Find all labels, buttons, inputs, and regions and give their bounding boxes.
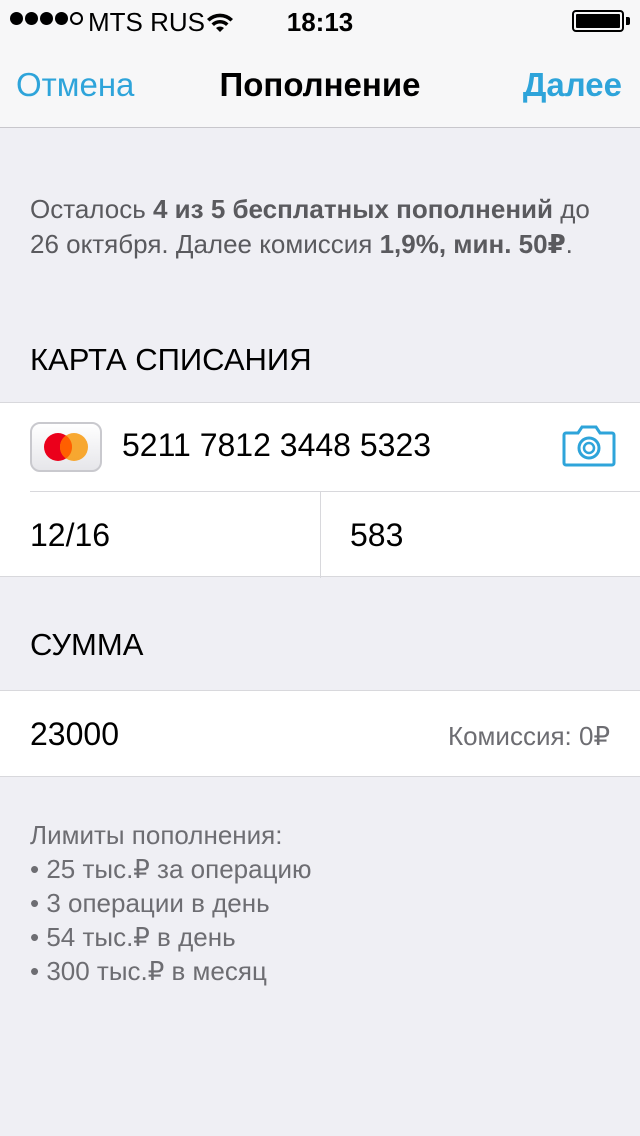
cvc-field[interactable]: 583 — [350, 517, 403, 554]
commission-label: Комиссия: 0₽ — [447, 721, 610, 751]
status-bar: MTS RUS 18:13 — [0, 0, 640, 40]
list-item: • 300 тыс.₽ в месяц — [30, 956, 267, 986]
camera-icon[interactable] — [562, 423, 616, 472]
divider — [320, 491, 321, 578]
card-form: 5211 7812 3448 5323 12/16 583 — [0, 402, 640, 578]
amount-section-header: СУММА — [30, 627, 144, 662]
clock: 18:13 — [286, 7, 354, 37]
battery-icon — [572, 10, 630, 32]
card-number-field[interactable]: 5211 7812 3448 5323 — [122, 427, 431, 464]
free-topups-info: Осталось 4 из 5 бесплатных пополнений до… — [30, 194, 590, 259]
mastercard-icon — [30, 422, 102, 472]
card-section-header: КАРТА СПИСАНИЯ — [30, 342, 312, 377]
amount-form: 23000 Комиссия: 0₽ — [0, 690, 640, 777]
navigation-bar: Отмена Пополнение Далее — [0, 40, 640, 128]
limits-title: Лимиты пополнения: — [30, 820, 283, 850]
list-item: • 3 операции в день — [30, 888, 270, 918]
list-item: • 54 тыс.₽ в день — [30, 922, 236, 952]
amount-field[interactable]: 23000 — [30, 716, 119, 753]
divider — [30, 491, 640, 492]
topup-limits: Лимиты пополнения: • 25 тыс.₽ за операци… — [30, 818, 620, 988]
list-item: • 25 тыс.₽ за операцию — [30, 854, 312, 884]
next-button[interactable]: Далее — [523, 66, 622, 104]
expiry-date-field[interactable]: 12/16 — [30, 517, 110, 554]
